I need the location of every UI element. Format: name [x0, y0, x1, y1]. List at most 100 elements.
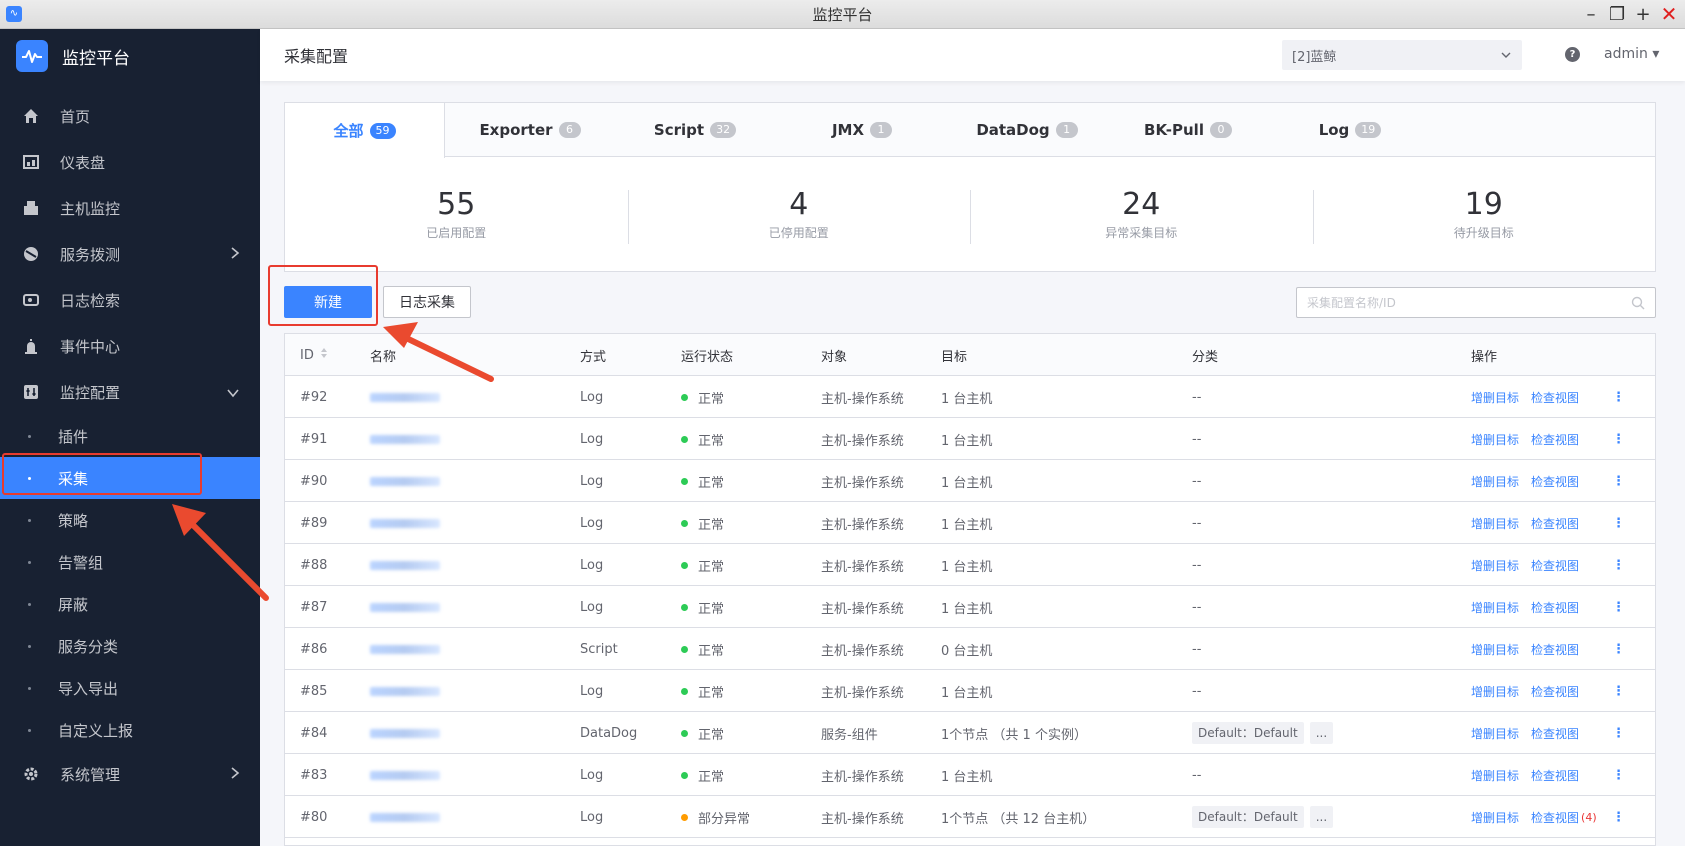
- row-name-link[interactable]: [370, 670, 440, 712]
- table-row[interactable]: #80 Log 部分异常 主机-操作系统 1个节点 （共 12 台主机） Def…: [285, 796, 1655, 838]
- user-menu[interactable]: admin ▾: [1604, 46, 1659, 62]
- brand[interactable]: 监控平台: [0, 29, 260, 83]
- add-remove-target-link[interactable]: 增删目标: [1471, 809, 1519, 826]
- add-remove-target-link[interactable]: 增删目标: [1471, 557, 1519, 574]
- table-row[interactable]: #90 Log 正常 主机-操作系统 1 台主机 -- 增删目标 检查视图 ⋮: [285, 460, 1655, 502]
- table-row[interactable]: #86 Script 正常 主机-操作系统 0 台主机 -- 增删目标 检查视图…: [285, 628, 1655, 670]
- stat-upgrade-targets[interactable]: 19 待升级目标: [1312, 187, 1656, 244]
- sidebar-subitem-collect[interactable]: 采集: [0, 457, 260, 499]
- check-view-link[interactable]: 检查视图: [1531, 809, 1579, 826]
- tab-jmx[interactable]: JMX 1: [797, 103, 927, 157]
- more-actions-icon[interactable]: ⋮: [1612, 754, 1625, 796]
- new-button[interactable]: 新建: [284, 286, 372, 318]
- check-view-link[interactable]: 检查视图: [1531, 557, 1579, 574]
- sidebar-item-home[interactable]: 首页: [0, 93, 260, 139]
- more-actions-icon[interactable]: ⋮: [1612, 376, 1625, 418]
- sidebar-subitem-import-export[interactable]: 导入导出: [0, 667, 260, 709]
- sidebar-item-system-manage[interactable]: 系统管理: [0, 751, 260, 797]
- more-actions-icon[interactable]: ⋮: [1612, 670, 1625, 712]
- add-remove-target-link[interactable]: 增删目标: [1471, 725, 1519, 742]
- table-row[interactable]: #85 Log 正常 主机-操作系统 1 台主机 -- 增删目标 检查视图 ⋮: [285, 670, 1655, 712]
- row-name-link[interactable]: [370, 460, 440, 502]
- sidebar-item-host-monitor[interactable]: 主机监控: [0, 185, 260, 231]
- add-remove-target-link[interactable]: 增删目标: [1471, 473, 1519, 490]
- sidebar-subitem-service-category[interactable]: 服务分类: [0, 625, 260, 667]
- add-remove-target-link[interactable]: 增删目标: [1471, 683, 1519, 700]
- row-name-link[interactable]: [370, 712, 440, 754]
- row-name-link[interactable]: [370, 586, 440, 628]
- add-remove-target-link[interactable]: 增删目标: [1471, 641, 1519, 658]
- check-view-link[interactable]: 检查视图: [1531, 683, 1579, 700]
- category-more-button[interactable]: ...: [1309, 806, 1334, 828]
- tab-datadog[interactable]: DataDog 1: [957, 103, 1097, 157]
- sidebar-subitem-shield[interactable]: 屏蔽: [0, 583, 260, 625]
- table-row[interactable]: #88 Log 正常 主机-操作系统 1 台主机 -- 增删目标 检查视图 ⋮: [285, 544, 1655, 586]
- column-header-id[interactable]: ID: [300, 334, 328, 376]
- check-view-link[interactable]: 检查视图: [1531, 641, 1579, 658]
- more-actions-icon[interactable]: ⋮: [1612, 628, 1625, 670]
- check-view-link[interactable]: 检查视图: [1531, 515, 1579, 532]
- minimize-icon[interactable]: –: [1583, 3, 1599, 25]
- sidebar-item-monitor-config[interactable]: 监控配置: [0, 369, 260, 415]
- table-row[interactable]: #83 Log 正常 主机-操作系统 1 台主机 -- 增删目标 检查视图 ⋮: [285, 754, 1655, 796]
- add-remove-target-link[interactable]: 增删目标: [1471, 431, 1519, 448]
- sort-icon[interactable]: [320, 347, 328, 363]
- sidebar-item-event-center[interactable]: 事件中心: [0, 323, 260, 369]
- table-row[interactable]: #91 Log 正常 主机-操作系统 1 台主机 -- 增删目标 检查视图 ⋮: [285, 418, 1655, 460]
- row-name-link[interactable]: [370, 544, 440, 586]
- more-actions-icon[interactable]: ⋮: [1612, 586, 1625, 628]
- close-icon[interactable]: ✕: [1661, 2, 1678, 26]
- tab-script[interactable]: Script 32: [630, 103, 760, 157]
- sidebar-subitem-custom-report[interactable]: 自定义上报: [0, 709, 260, 751]
- log-collect-button[interactable]: 日志采集: [383, 286, 471, 318]
- add-remove-target-link[interactable]: 增删目标: [1471, 599, 1519, 616]
- table-row[interactable]: #84 DataDog 正常 服务-组件 1个节点 （共 1 个实例） Defa…: [285, 712, 1655, 754]
- tab-log[interactable]: Log 19: [1295, 103, 1405, 157]
- table-row[interactable]: #89 Log 正常 主机-操作系统 1 台主机 -- 增删目标 检查视图 ⋮: [285, 502, 1655, 544]
- more-actions-icon[interactable]: ⋮: [1612, 544, 1625, 586]
- sidebar-subitem-alarm-group[interactable]: 告警组: [0, 541, 260, 583]
- more-actions-icon[interactable]: ⋮: [1612, 712, 1625, 754]
- row-name-link[interactable]: [370, 628, 440, 670]
- redacted-name: [370, 476, 440, 486]
- sidebar-item-service-probe[interactable]: 服务拨测: [0, 231, 260, 277]
- more-actions-icon[interactable]: ⋮: [1612, 796, 1625, 838]
- search-box[interactable]: [1296, 287, 1656, 318]
- stat-abnormal-targets[interactable]: 24 异常采集目标: [970, 187, 1313, 244]
- row-name-link[interactable]: [370, 796, 440, 838]
- check-view-link[interactable]: 检查视图: [1531, 473, 1579, 490]
- help-icon[interactable]: ?: [1565, 47, 1580, 62]
- check-view-link[interactable]: 检查视图: [1531, 599, 1579, 616]
- row-name-link[interactable]: [370, 418, 440, 460]
- row-name-link[interactable]: [370, 376, 440, 418]
- table-row[interactable]: #92 Log 正常 主机-操作系统 1 台主机 -- 增删目标 检查视图 ⋮: [285, 376, 1655, 418]
- business-select[interactable]: [2]蓝鲸: [1282, 40, 1522, 70]
- search-icon[interactable]: [1631, 296, 1645, 314]
- add-remove-target-link[interactable]: 增删目标: [1471, 767, 1519, 784]
- stat-disabled[interactable]: 4 已停用配置: [627, 187, 971, 244]
- check-view-link[interactable]: 检查视图: [1531, 431, 1579, 448]
- check-view-link[interactable]: 检查视图: [1531, 767, 1579, 784]
- sidebar-subitem-plugin[interactable]: 插件: [0, 415, 260, 457]
- add-remove-target-link[interactable]: 增删目标: [1471, 515, 1519, 532]
- stat-enabled[interactable]: 55 已启用配置: [285, 187, 628, 241]
- row-name-link[interactable]: [370, 754, 440, 796]
- sidebar-item-log-search[interactable]: 日志检索: [0, 277, 260, 323]
- more-actions-icon[interactable]: ⋮: [1612, 418, 1625, 460]
- tab-exporter[interactable]: Exporter 6: [465, 103, 595, 157]
- sidebar-item-dashboard[interactable]: 仪表盘: [0, 139, 260, 185]
- check-view-link[interactable]: 检查视图: [1531, 389, 1579, 406]
- add-remove-target-link[interactable]: 增删目标: [1471, 389, 1519, 406]
- table-row[interactable]: #87 Log 正常 主机-操作系统 1 台主机 -- 增删目标 检查视图 ⋮: [285, 586, 1655, 628]
- tab-all[interactable]: 全部 59: [285, 103, 445, 158]
- category-more-button[interactable]: ...: [1309, 722, 1334, 744]
- search-input[interactable]: [1297, 288, 1617, 317]
- sidebar-subitem-strategy[interactable]: 策略: [0, 499, 260, 541]
- row-name-link[interactable]: [370, 502, 440, 544]
- restore-icon[interactable]: ❐: [1609, 3, 1625, 25]
- more-actions-icon[interactable]: ⋮: [1612, 502, 1625, 544]
- check-view-link[interactable]: 检查视图: [1531, 725, 1579, 742]
- tab-bk-pull[interactable]: BK-Pull 0: [1123, 103, 1253, 157]
- maximize-icon[interactable]: +: [1635, 3, 1651, 25]
- more-actions-icon[interactable]: ⋮: [1612, 460, 1625, 502]
